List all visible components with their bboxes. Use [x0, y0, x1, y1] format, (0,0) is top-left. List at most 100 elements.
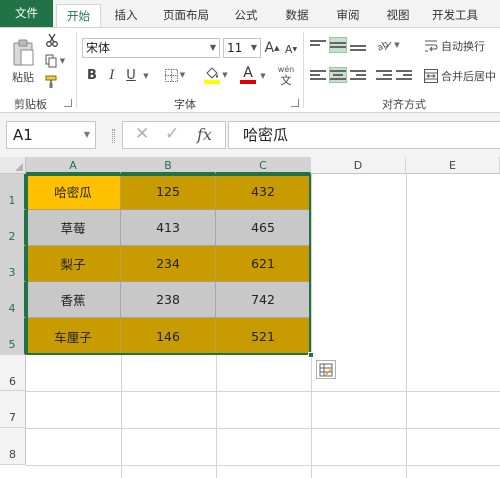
- cell-c5[interactable]: 521: [216, 318, 311, 355]
- group-separator: [76, 32, 77, 108]
- column-header-c[interactable]: C: [216, 157, 311, 174]
- text-orientation-icon: ab: [376, 39, 392, 52]
- cell-b4[interactable]: 238: [121, 282, 216, 318]
- italic-button[interactable]: I: [104, 66, 120, 84]
- row-header-6[interactable]: 6: [0, 355, 26, 391]
- tab-data[interactable]: 数据: [275, 4, 319, 27]
- grid-line: [26, 391, 500, 392]
- font-size-combo[interactable]: 11 ▼: [223, 38, 261, 58]
- formula-input[interactable]: 哈密瓜: [228, 121, 500, 149]
- cell-b3[interactable]: 234: [121, 246, 216, 282]
- tab-insert[interactable]: 插入: [104, 4, 148, 27]
- cell-a1[interactable]: 哈密瓜: [26, 174, 121, 210]
- align-right-icon[interactable]: [350, 68, 366, 82]
- name-box-value: A1: [13, 126, 33, 144]
- grow-font-glyph: A: [264, 40, 275, 56]
- row-header-4[interactable]: 4: [0, 282, 26, 318]
- fill-color-button[interactable]: ▼: [201, 64, 231, 86]
- clipboard-launcher-icon[interactable]: [64, 99, 72, 107]
- paste-button[interactable]: 粘贴: [8, 34, 38, 90]
- shrink-font-glyph: A: [284, 42, 293, 56]
- cut-button[interactable]: [44, 32, 60, 48]
- shrink-font-button[interactable]: A ▼: [283, 40, 299, 58]
- column-header-d[interactable]: D: [311, 157, 406, 174]
- cell-b2[interactable]: 413: [121, 210, 216, 246]
- align-top-icon[interactable]: [310, 38, 326, 52]
- cell-a3[interactable]: 梨子: [26, 246, 121, 282]
- tab-review[interactable]: 审阅: [326, 4, 370, 27]
- chevron-down-icon: ▼: [222, 71, 228, 79]
- underline-button[interactable]: U: [123, 66, 139, 84]
- cell-a4[interactable]: 香蕉: [26, 282, 121, 318]
- font-color-swatch: [240, 80, 256, 84]
- paint-bucket-icon: [204, 67, 221, 84]
- align-middle-icon[interactable]: [329, 37, 347, 53]
- column-header-e[interactable]: E: [406, 157, 500, 174]
- tab-file[interactable]: 文件: [0, 0, 53, 27]
- grow-font-button[interactable]: A ▲: [264, 38, 280, 58]
- cell-c1[interactable]: 432: [216, 174, 311, 210]
- chevron-down-icon: ▼: [394, 41, 400, 49]
- quick-analysis-button[interactable]: [316, 360, 336, 379]
- cell-c2[interactable]: 465: [216, 210, 311, 246]
- cell-c4[interactable]: 742: [216, 282, 311, 318]
- wrap-text-label: 自动换行: [441, 40, 485, 53]
- font-name-combo[interactable]: 宋体 ▼: [82, 38, 220, 58]
- name-box[interactable]: A1 ▼: [6, 121, 96, 149]
- bold-button[interactable]: B: [84, 66, 100, 84]
- caret-down-icon: ▼: [292, 45, 298, 53]
- formula-bar: A1 ▼ ✕ ✓ fx 哈密瓜: [0, 113, 500, 157]
- orientation-button[interactable]: ab ▼: [374, 36, 402, 54]
- increase-indent-icon[interactable]: [396, 68, 412, 82]
- font-color-glyph: A: [243, 65, 253, 81]
- font-size-value: 11: [227, 41, 243, 55]
- underline-dropdown[interactable]: ▼: [140, 68, 150, 84]
- row-header-1[interactable]: 1: [0, 174, 26, 210]
- formula-buttons: ✕ ✓ fx: [122, 121, 226, 149]
- row-header-3[interactable]: 3: [0, 246, 26, 282]
- align-left-icon[interactable]: [310, 68, 326, 82]
- phonetic-button[interactable]: wén 文: [270, 62, 302, 88]
- font-launcher-icon[interactable]: [291, 99, 299, 107]
- column-header-b[interactable]: B: [121, 157, 216, 174]
- chevron-down-icon: ▼: [250, 43, 257, 52]
- copy-button[interactable]: ▼: [44, 53, 66, 69]
- clipboard-icon: [13, 39, 34, 66]
- cell-a2[interactable]: 草莓: [26, 210, 121, 246]
- align-bottom-icon[interactable]: [350, 38, 366, 52]
- tab-page-layout[interactable]: 页面布局: [155, 4, 217, 27]
- font-color-dropdown[interactable]: ▼: [258, 68, 266, 84]
- paintbrush-icon: [45, 75, 57, 88]
- worksheet-grid[interactable]: A B C D E 1 2 3 4 5 6 7 8 哈密瓜 125 432 草莓…: [0, 157, 500, 478]
- tab-formulas[interactable]: 公式: [224, 4, 268, 27]
- insert-function-button[interactable]: fx: [197, 125, 212, 144]
- row-header-5[interactable]: 5: [0, 318, 26, 355]
- paste-label: 粘贴: [12, 71, 34, 84]
- cell-a5[interactable]: 车厘子: [26, 318, 121, 355]
- font-name-value: 宋体: [86, 41, 111, 55]
- cell-b1[interactable]: 125: [121, 174, 216, 210]
- alignment-group-label: 对齐方式: [382, 98, 426, 111]
- formula-bar-splitter[interactable]: [112, 129, 115, 143]
- merge-center-button[interactable]: 合并后居中: [424, 66, 500, 86]
- select-all-corner[interactable]: [0, 157, 26, 174]
- tab-view[interactable]: 视图: [376, 4, 420, 27]
- format-painter-button[interactable]: [44, 74, 60, 90]
- cell-b5[interactable]: 146: [121, 318, 216, 355]
- row-header-2[interactable]: 2: [0, 210, 26, 246]
- grid-line: [26, 465, 500, 466]
- chevron-down-icon: ▼: [59, 57, 66, 65]
- cancel-button[interactable]: ✕: [135, 124, 149, 144]
- align-center-icon[interactable]: [329, 67, 347, 83]
- row-header-7[interactable]: 7: [0, 391, 26, 428]
- row-header-8[interactable]: 8: [0, 428, 26, 465]
- enter-button[interactable]: ✓: [165, 124, 179, 144]
- fill-handle[interactable]: [308, 352, 314, 358]
- tab-home[interactable]: 开始: [56, 4, 101, 27]
- decrease-indent-icon[interactable]: [376, 68, 392, 82]
- cell-c3[interactable]: 621: [216, 246, 311, 282]
- tab-developer[interactable]: 开发工具: [424, 4, 486, 27]
- wrap-text-button[interactable]: 自动换行: [424, 36, 500, 56]
- border-button[interactable]: ▼: [162, 66, 188, 84]
- column-header-a[interactable]: A: [26, 157, 121, 174]
